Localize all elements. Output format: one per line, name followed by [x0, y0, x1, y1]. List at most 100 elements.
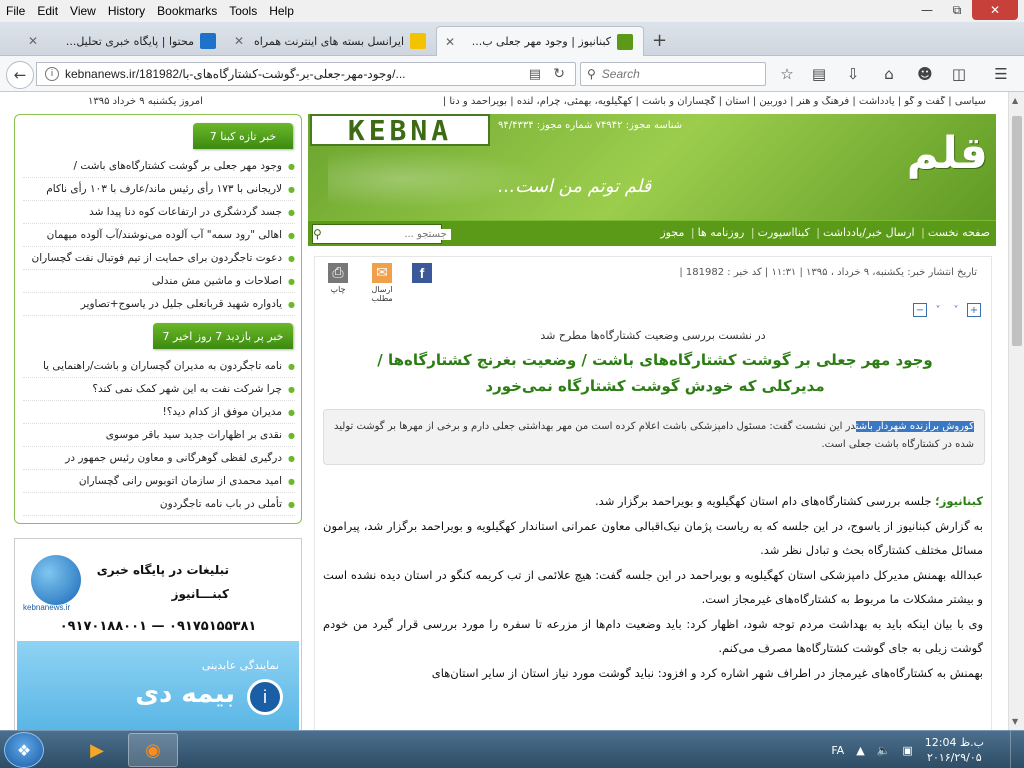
article-supertitle: در نشست بررسی وضعیت کشتارگاه‌ها مطرح شد [540, 329, 766, 342]
font-decrease-icon[interactable]: − [913, 303, 927, 317]
tab-kebnanews[interactable]: کبنانیوز | وجود مهر جعلی ب... ✕ [436, 26, 644, 56]
tab-close-icon[interactable]: ✕ [28, 34, 38, 48]
reload-icon[interactable]: ↻ [553, 66, 565, 82]
menu-view[interactable]: View [64, 0, 102, 22]
reader-view-icon[interactable]: ▤ [529, 67, 541, 82]
list-item-label: درگیری لفظی گوهرگانی و معاون رئیس جمهور … [65, 452, 283, 464]
scrollbar-thumb[interactable] [1012, 116, 1022, 346]
list-item[interactable]: ● نامه تاجگردون به مدیران گچساران و باشت/… [23, 355, 295, 378]
nav-newspapers[interactable]: روزنامه ها [698, 226, 745, 239]
list-item-label: چرا شرکت نفت به این شهر کمک نمی کند؟ [92, 383, 283, 395]
site-search-input[interactable] [321, 228, 451, 240]
hello-chat-icon[interactable]: ☻ [914, 64, 936, 84]
media-player-icon[interactable]: ▶ [72, 733, 122, 767]
minimize-icon[interactable]: — [912, 0, 942, 20]
article: تاریخ انتشار خبر: یکشنبه، ۹ خرداد ، ۱۳۹۵… [314, 256, 992, 730]
tab-tahlil[interactable]: محتوا | پایگاه خبری تحلیل... ✕ [20, 26, 226, 56]
popular-news-header[interactable]: 7 خبر پر بازدید 7 روز اخیر [153, 323, 293, 349]
bullet-icon: ● [288, 500, 295, 509]
search-bar[interactable]: ⚲ [580, 62, 766, 86]
top-category-nav[interactable]: سیاسی | گفت و گو | یادداشت | فرهنگ و هنر… [296, 96, 986, 107]
selected-text: کوروش برازنده شهردار باشت [855, 421, 974, 432]
page-scrollbar[interactable]: ▲ ▼ [1008, 92, 1024, 730]
close-icon[interactable]: ✕ [972, 0, 1018, 20]
news-source: کبنانیوز؛ [935, 494, 983, 508]
window-controls: — ⧉ ✕ [912, 0, 1018, 20]
menu-history[interactable]: History [102, 0, 151, 22]
back-arrow-icon[interactable]: ← [6, 61, 34, 89]
scroll-down-icon[interactable]: ▼ [1012, 717, 1018, 726]
font-increase-icon[interactable]: + [967, 303, 981, 317]
list-item[interactable]: ● مدیران موفق از کدام دید؟! [23, 401, 295, 424]
list-item[interactable]: ● وجود مهر جعلی بر گوشت کشتارگاه‌های باشت… [23, 155, 295, 178]
list-item[interactable]: ● لاریجانی با ۱۷۳ رأی رئیس ماند/عارف با ۱… [23, 178, 295, 201]
menu-file[interactable]: File [0, 0, 31, 22]
nav-kebna-sport[interactable]: کبنااسپورت [758, 226, 810, 239]
tab-close-icon[interactable]: ✕ [445, 35, 455, 49]
clock[interactable]: 12:04 ب.ظ ۲۰۱۶/۲۹/۰۵ [925, 735, 984, 765]
list-item[interactable]: ● نقدی بر اظهارات جدید سید باقر موسوی [23, 424, 295, 447]
bookmarks-library-icon[interactable]: ▤ [808, 64, 830, 84]
tray-chevron-icon[interactable]: ▲ [856, 744, 864, 757]
restore-icon[interactable]: ⧉ [942, 0, 972, 20]
menu-edit[interactable]: Edit [31, 0, 64, 22]
font-size-tools: − ˅ ˅ + [913, 303, 981, 317]
ad-phones: ۰۹۱۷۵۱۵۵۳۸۱ — ۰۹۱۷۰۱۸۸۰۰۱ [59, 619, 257, 634]
chevron-down-icon[interactable]: ˅ [949, 303, 963, 317]
nav-license[interactable]: مجوز [660, 226, 684, 239]
bookmark-star-icon[interactable]: ☆ [776, 64, 798, 84]
facebook-share-icon[interactable]: f [409, 263, 435, 285]
scroll-up-icon[interactable]: ▲ [1012, 96, 1018, 105]
kebna-logo[interactable]: KEBNA [310, 114, 490, 147]
nav-home[interactable]: صفحه نخست [928, 226, 990, 239]
ad-kebnanews[interactable]: kebnanews.ir تبلیغات در پایگاه خبری کبنـ… [17, 541, 299, 639]
search-icon[interactable]: ⚲ [313, 225, 322, 243]
bullet-icon: ● [288, 362, 295, 371]
downloads-icon[interactable]: ⇩ [842, 64, 864, 84]
volume-icon[interactable]: 🔈 [877, 744, 891, 757]
search-input[interactable] [601, 67, 752, 81]
send-article-icon[interactable]: ✉ ارسال مطلب [369, 263, 395, 303]
ad-bimeh-day[interactable]: نمایندگی عابدینی بیمه دی i [17, 641, 299, 730]
new-news-header[interactable]: 7 خبر تازه کبنا [193, 123, 293, 149]
list-item[interactable]: ● جسد گردشگری در ارتفاعات کوه دنا پیدا شد [23, 201, 295, 224]
list-item[interactable]: ● دعوت تاجگردون برای حمایت از تیم فوتبال … [23, 247, 295, 270]
menu-help[interactable]: Help [263, 0, 300, 22]
hamburger-menu-icon[interactable]: ☰ [990, 64, 1012, 84]
tab-irancell[interactable]: ایرانسل بسته های اینترنت همراه ✕ [226, 26, 436, 56]
ad-domain: kebnanews.ir [23, 603, 71, 612]
pocket-icon[interactable]: ◫ [948, 64, 970, 84]
start-button-icon[interactable]: ❖ [4, 732, 44, 768]
new-tab-icon[interactable]: + [652, 30, 667, 51]
network-icon[interactable]: ▣ [902, 744, 912, 757]
list-item[interactable]: ● تأملی در باب نامه تاجگردون [23, 493, 295, 516]
clock-date: ۲۰۱۶/۲۹/۰۵ [927, 751, 982, 764]
tab-close-icon[interactable]: ✕ [234, 34, 244, 48]
bullet-icon: ● [288, 454, 295, 463]
list-item[interactable]: ● درگیری لفظی گوهرگانی و معاون رئیس جمهور… [23, 447, 295, 470]
firefox-icon[interactable]: ◉ [128, 733, 178, 767]
list-item[interactable]: ● اهالی "رود سمه" آب آلوده می‌نوشند/آب آل… [23, 224, 295, 247]
advertisement[interactable]: kebnanews.ir تبلیغات در پایگاه خبری کبنـ… [14, 538, 302, 730]
tab-favicon-icon [410, 33, 426, 49]
logo-text: KEBNA [347, 114, 453, 147]
menu-tools[interactable]: Tools [223, 0, 263, 22]
chevron-down-icon[interactable]: ˅ [931, 303, 945, 317]
clock-time: 12:04 ب.ظ [924, 736, 984, 749]
list-item[interactable]: ● یادواره شهید قربانعلی جلیل در یاسوج+تصا… [23, 293, 295, 316]
paragraph-text: جلسه بررسی کشتارگاه‌های دام استان کهگیلو… [595, 494, 932, 508]
url-bar[interactable]: i kebnanews.ir/181982/وجود-مهر-جعلی-بر-گ… [36, 62, 576, 86]
printer-icon: ⎙ [328, 263, 348, 283]
language-indicator[interactable]: FA [831, 744, 844, 757]
print-icon[interactable]: ⎙ چاپ [325, 263, 351, 294]
list-item[interactable]: ● اصلاحات و ماشین مش مندلی [23, 270, 295, 293]
nav-submit-news[interactable]: ارسال خبر/یادداشت [823, 226, 915, 239]
site-search[interactable]: ⚲ [312, 224, 451, 244]
list-item[interactable]: ● چرا شرکت نفت به این شهر کمک نمی کند؟ [23, 378, 295, 401]
home-icon[interactable]: ⌂ [878, 64, 900, 84]
menu-bookmarks[interactable]: Bookmarks [151, 0, 223, 22]
list-item[interactable]: ● امید محمدی از سازمان اتوبوس رانی گچسارا… [23, 470, 295, 493]
info-icon[interactable]: i [45, 67, 59, 81]
bullet-icon: ● [288, 231, 295, 240]
show-desktop-button[interactable] [1010, 731, 1024, 768]
